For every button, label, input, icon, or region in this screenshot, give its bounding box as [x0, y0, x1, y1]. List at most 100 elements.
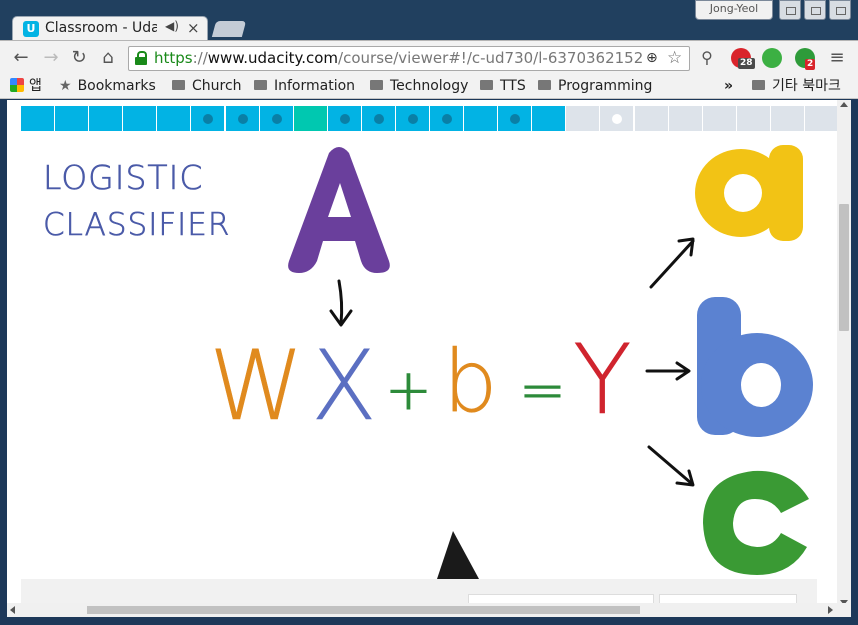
- horizontal-scroll-thumb[interactable]: [87, 606, 640, 614]
- folder-icon: [254, 80, 267, 90]
- progress-segment[interactable]: [770, 106, 804, 131]
- progress-segment[interactable]: [532, 106, 566, 131]
- progress-segment[interactable]: [259, 106, 293, 131]
- back-icon[interactable]: ←: [10, 47, 32, 69]
- magnet-letter-c-output: c: [703, 470, 809, 575]
- lock-icon: [135, 51, 147, 65]
- window-bottom-border: [0, 617, 858, 625]
- toolbar: ← → ↻ ⌂ https://www.udacity.com/course/v…: [0, 40, 858, 74]
- progress-quiz-dot: [442, 114, 453, 124]
- bookmark-star-icon[interactable]: ☆: [667, 48, 682, 68]
- progress-segment[interactable]: [702, 106, 736, 131]
- address-bar[interactable]: https://www.udacity.com/course/viewer#!/…: [128, 46, 690, 71]
- progress-segment[interactable]: [395, 106, 429, 131]
- bookmark-folder-technology[interactable]: Technology: [370, 77, 468, 95]
- browser-window: U Classroom - Udacity ◀) × Jong-Yeol ← →…: [0, 0, 858, 625]
- progress-segment[interactable]: [430, 106, 464, 131]
- progress-quiz-dot: [237, 114, 248, 124]
- zoom-icon[interactable]: ⊕: [646, 50, 658, 66]
- extension-red-icon[interactable]: 28: [731, 48, 755, 69]
- extension-green-badge-icon[interactable]: 2: [795, 48, 816, 70]
- other-bookmarks-folder[interactable]: 기타 북마크: [752, 77, 841, 95]
- bookmark-folder-tts[interactable]: TTS: [480, 77, 526, 95]
- close-tab-icon[interactable]: ×: [187, 19, 200, 37]
- bookmarks-overflow-button[interactable]: »: [724, 77, 733, 95]
- minimize-button[interactable]: [779, 0, 801, 20]
- progress-quiz-dot: [339, 114, 350, 124]
- progress-segment[interactable]: [566, 106, 600, 131]
- close-window-button[interactable]: [829, 0, 851, 20]
- folder-icon: [752, 80, 765, 90]
- folder-icon: [370, 80, 383, 90]
- equation-w: W: [209, 330, 304, 442]
- profile-name[interactable]: Jong-Yeol: [695, 0, 773, 20]
- output-arrows: [645, 237, 695, 487]
- bookmark-folder-programming[interactable]: Programming: [538, 77, 652, 95]
- folder-icon: [480, 80, 493, 90]
- progress-segment[interactable]: [123, 106, 157, 131]
- new-tab-button[interactable]: [211, 21, 247, 37]
- scroll-left-arrow-icon[interactable]: [10, 606, 15, 614]
- arrow-to-a: [649, 239, 695, 289]
- bookmark-folder-information[interactable]: Information: [254, 77, 355, 95]
- url-text[interactable]: https://www.udacity.com/course/viewer#!/…: [154, 49, 642, 67]
- progress-segment[interactable]: [191, 106, 225, 131]
- tab-classroom[interactable]: U Classroom - Udacity ◀) ×: [12, 16, 208, 42]
- maximize-button[interactable]: [804, 0, 826, 20]
- tab-strip: U Classroom - Udacity ◀) × Jong-Yeol: [0, 0, 858, 42]
- scroll-up-arrow-icon[interactable]: [840, 102, 848, 107]
- magnet-input-label: A: [339, 269, 340, 272]
- progress-quiz-dot: [271, 114, 282, 124]
- progress-segment[interactable]: [293, 106, 327, 131]
- search-icon[interactable]: ⚲: [696, 47, 718, 69]
- progress-segment[interactable]: [498, 106, 532, 131]
- equation-x: X: [311, 330, 377, 442]
- vertical-scrollbar[interactable]: [837, 100, 851, 609]
- progress-segment[interactable]: [804, 106, 838, 131]
- extension-green-icon[interactable]: [762, 48, 782, 68]
- pen-tip: [437, 531, 479, 579]
- scroll-right-arrow-icon[interactable]: [828, 606, 833, 614]
- progress-segment[interactable]: [327, 106, 361, 131]
- tab-title: Classroom - Udacity: [45, 20, 157, 36]
- arrow-down: [337, 279, 344, 325]
- progress-segment[interactable]: [21, 106, 55, 131]
- menu-icon[interactable]: ≡: [826, 47, 848, 69]
- star-icon: ★: [59, 78, 72, 94]
- bookmarks-bar: 앱 ★ Bookmarks Church Information Technolo…: [0, 74, 858, 99]
- forward-icon[interactable]: →: [40, 47, 62, 69]
- home-icon[interactable]: ⌂: [97, 47, 119, 69]
- progress-segment[interactable]: [225, 106, 259, 131]
- audio-playing-icon[interactable]: ◀): [165, 19, 179, 33]
- progress-segment[interactable]: [157, 106, 191, 131]
- progress-quiz-dot: [203, 114, 214, 124]
- page-content: LOGISTIC CLASSIFIER A W X + b = Y c: [7, 100, 851, 609]
- progress-segment[interactable]: [464, 106, 498, 131]
- bookmark-folder-church[interactable]: Church: [172, 77, 242, 95]
- equation-y: Y: [573, 324, 632, 436]
- progress-segment[interactable]: [361, 106, 395, 131]
- progress-quiz-dot: [612, 114, 623, 124]
- magnet-letter-a-input: A: [288, 147, 390, 273]
- progress-quiz-dot: [407, 114, 418, 124]
- horizontal-scrollbar[interactable]: [7, 603, 851, 617]
- progress-segment[interactable]: [89, 106, 123, 131]
- equation-plus: +: [385, 358, 432, 423]
- folder-icon: [538, 80, 551, 90]
- apps-grid-icon: [10, 78, 24, 92]
- whiteboard-drawing: LOGISTIC CLASSIFIER A W X + b = Y c: [43, 145, 813, 579]
- apps-shortcut[interactable]: 앱: [10, 77, 42, 95]
- progress-segment[interactable]: [634, 106, 668, 131]
- progress-segment[interactable]: [668, 106, 702, 131]
- magnet-letter-b-output: b: [697, 297, 813, 437]
- bookmark-bookmarks[interactable]: ★ Bookmarks: [59, 77, 156, 95]
- progress-segment[interactable]: [55, 106, 89, 131]
- reload-icon[interactable]: ↻: [68, 47, 90, 69]
- svg-text:c: c: [757, 530, 758, 532]
- folder-icon: [172, 80, 185, 90]
- lesson-video[interactable]: LOGISTIC CLASSIFIER A W X + b = Y c: [21, 131, 827, 579]
- progress-segment[interactable]: [600, 106, 634, 131]
- progress-segment[interactable]: [736, 106, 770, 131]
- vertical-scroll-thumb[interactable]: [839, 204, 849, 331]
- handwritten-title-line2: CLASSIFIER: [43, 207, 230, 243]
